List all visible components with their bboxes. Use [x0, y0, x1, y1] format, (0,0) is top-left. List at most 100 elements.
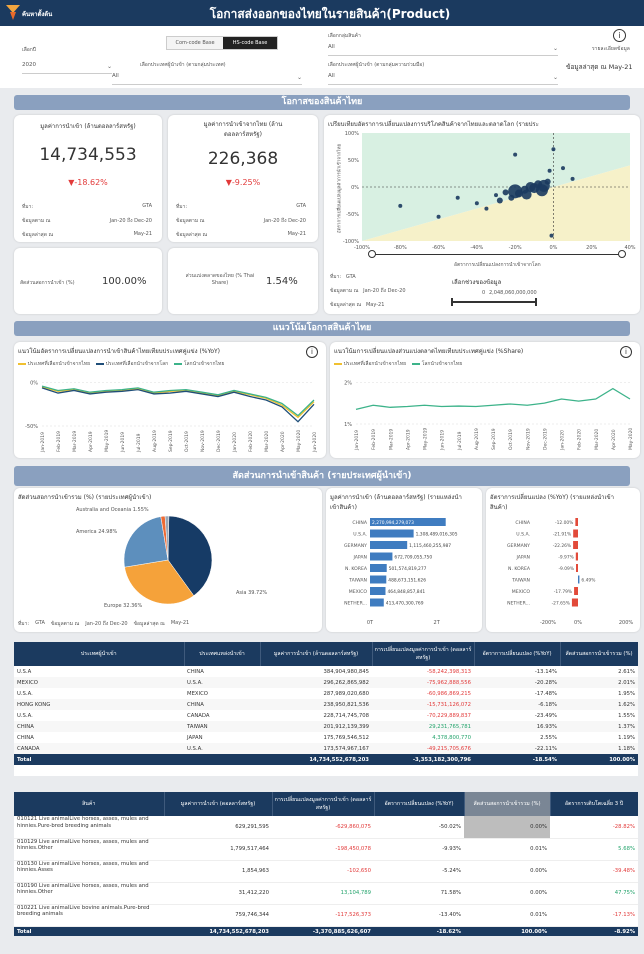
scatter-zoom-slider[interactable]	[372, 254, 622, 255]
scatter-point[interactable]	[436, 214, 441, 219]
scatter-point[interactable]	[455, 195, 460, 200]
table-cell: U.S.A.	[17, 712, 33, 719]
bar[interactable]	[574, 587, 578, 595]
table-cell: 1.62%	[618, 701, 635, 708]
import-value-bar-chart[interactable]: CHINA 2,270,994,279,073 U.S.A. 1,308,489,01…	[326, 516, 482, 628]
toggle-com-code[interactable]: Com-code Base	[167, 37, 223, 49]
table-row[interactable]: U.S.A. MEXICO 287,989,020,680 -60,986,869,2…	[14, 688, 638, 699]
table-row[interactable]: CHINA TAIWAN 201,912,139,399 29,231,765,781…	[14, 721, 638, 732]
scatter-plot[interactable]: 100%50%0%-50%-100%-100% -80% -60% -40% -20% 0…	[340, 129, 636, 259]
toggle-hs-code[interactable]: HS-code Base	[223, 37, 277, 49]
bar[interactable]	[370, 552, 393, 561]
table-row[interactable]: 010190 Live animalLive horses, asses, mu…	[14, 882, 638, 905]
bar[interactable]	[573, 541, 578, 549]
col-header[interactable]: อัตราการเติบโตเฉลี่ย 3 ปี	[550, 792, 638, 816]
scatter-point[interactable]	[549, 233, 554, 238]
importer-table: ประเทศผู้นำเข้า ประเทศแหล่งนำเข้า มูลค่า…	[14, 642, 638, 776]
table-cell: 1,854,963	[164, 860, 272, 883]
update-label: ข้อมูลล่าสุด ณ	[330, 302, 362, 308]
bar[interactable]	[370, 598, 384, 607]
year-dropdown[interactable]: 2020 ⌄	[22, 62, 112, 74]
col-header[interactable]: มูลค่าการนำเข้า (ล้านดอลลาร์สหรัฐ)	[260, 642, 373, 666]
import-value-bar-card: มูลค่าการนำเข้า (ล้านดอลลาร์สหรัฐ) (รายแ…	[326, 488, 482, 632]
col-header[interactable]: ประเทศแหล่งนำเข้า	[184, 642, 261, 666]
scatter-point[interactable]	[547, 168, 552, 173]
info-icon[interactable]: i	[613, 29, 626, 42]
scatter-point[interactable]	[513, 152, 518, 157]
importer2-dropdown[interactable]: All ⌄	[328, 73, 558, 85]
scatter-point[interactable]	[551, 147, 556, 152]
bar[interactable]	[575, 552, 578, 561]
bar[interactable]	[575, 518, 578, 526]
logo-icon	[6, 5, 20, 20]
scatter-point[interactable]	[496, 197, 503, 204]
scatter-point[interactable]	[521, 189, 532, 200]
bar[interactable]	[370, 564, 387, 572]
table-cell: -17.48%	[534, 690, 557, 697]
scatter-point[interactable]	[544, 178, 551, 185]
scatter-point[interactable]	[474, 201, 479, 206]
pie-label-asia: Asia 39.72%	[236, 590, 267, 596]
series-line[interactable]	[41, 387, 315, 423]
col-header[interactable]: มูลค่าการนำเข้า (ดอลลาร์สหรัฐ)	[164, 792, 273, 816]
col-header[interactable]: สัดส่วนสอการนำเข้ารวม (%)	[464, 792, 551, 816]
bar[interactable]	[370, 529, 414, 538]
trend-share-chart[interactable]: 2% 1%Jan-2019 Feb-2019 Mar-2019 Apr-2019 May-…	[330, 368, 640, 456]
table-row[interactable]: U.S.A CHINA 384,904,980,845 -58,242,398,313…	[14, 666, 638, 677]
col-header[interactable]: การเปลี่ยนแปลงมูลค่าการนำเข้า (ดอลลาร์สห…	[272, 792, 375, 816]
scatter-point[interactable]	[535, 184, 548, 197]
detail-link[interactable]: รายละเอียดข้อมูล	[592, 45, 630, 53]
kpi-value: 1.54%	[266, 276, 298, 287]
range-slider-handle-right[interactable]	[535, 298, 537, 306]
col-header[interactable]: ประเทศผู้นำเข้า	[14, 642, 185, 666]
bar[interactable]	[578, 575, 580, 584]
col-header[interactable]: สินค้า	[14, 792, 165, 816]
bar[interactable]	[370, 587, 386, 595]
table-row[interactable]: 010130 Live animalLive horses, asses, mu…	[14, 860, 638, 883]
table-cell: 29,231,765,781	[428, 723, 471, 730]
bar[interactable]	[370, 575, 387, 584]
table-row[interactable]: 010221 Live animalLive bovine animals.Pu…	[14, 904, 638, 927]
bar[interactable]	[370, 541, 408, 549]
trend-legend: ประเทศที่เลือกนำเข้าจากไทย โลกนำเข้าจากไ…	[334, 360, 462, 368]
yoy-bar-chart[interactable]: CHINA -12.00% U.S.A. -21.91% GERMANY -22.26% J…	[486, 516, 640, 628]
table-row[interactable]: U.S.A. CANADA 228,714,745,708 -70,229,889,8…	[14, 710, 638, 721]
kpi-value: 226,368	[207, 149, 279, 169]
importer-dropdown[interactable]: All ⌄	[112, 73, 302, 85]
scatter-point[interactable]	[398, 203, 403, 208]
scatter-point[interactable]	[570, 176, 575, 181]
group-dropdown[interactable]: All ⌄	[328, 44, 558, 56]
col-header[interactable]: อัตราการเปลี่ยนแปลง (%YoY)	[374, 792, 465, 816]
pie-chart[interactable]: Asia 39.72% America 24.98% Europe 32.36% Au…	[14, 500, 322, 614]
series-line[interactable]	[355, 387, 631, 411]
range-slider-handle-left[interactable]	[451, 298, 453, 306]
table-row[interactable]: HONG KONG CHINA 238,950,821,536 -15,731,126…	[14, 699, 638, 710]
scatter-point[interactable]	[508, 194, 515, 201]
table-row[interactable]: MEXICO U.S.A. 296,262,865,982 -75,962,888,5…	[14, 677, 638, 688]
info-icon[interactable]: i	[306, 346, 318, 358]
range-slider[interactable]	[452, 301, 536, 303]
legend-item: ประเทศที่เลือกนำเข้าจากโลก	[96, 360, 168, 368]
scatter-point[interactable]	[484, 206, 489, 211]
bar[interactable]	[571, 598, 578, 607]
bar[interactable]	[573, 529, 578, 538]
xtick-label: Jun-2020	[312, 432, 318, 453]
table-cell: 759,746,344	[164, 904, 272, 927]
col-header[interactable]: สัดส่วนสอการนำเข้ารวม (%)	[560, 642, 638, 666]
table-row[interactable]: 010121 Live animalLive horses, asses, mu…	[14, 816, 638, 839]
table-row[interactable]: 010129 Live animalLive horses, asses, mu…	[14, 838, 638, 861]
zoom-handle-right[interactable]	[618, 250, 626, 258]
scatter-point[interactable]	[502, 189, 509, 196]
scatter-point[interactable]	[494, 193, 498, 198]
table-row[interactable]: CANADA U.S.A. 173,574,967,167 -49,215,705,6…	[14, 743, 638, 754]
table-row[interactable]: CHINA JAPAN 175,769,546,512 4,378,800,770 2.…	[14, 732, 638, 743]
zoom-handle-left[interactable]	[368, 250, 376, 258]
info-icon[interactable]: i	[620, 346, 632, 358]
scatter-point[interactable]	[561, 166, 565, 171]
col-header[interactable]: การเปลี่ยนแปลงมูลค่าการนำเข้า (ดอลลาร์สห…	[372, 642, 475, 666]
bar[interactable]	[576, 564, 578, 572]
col-header[interactable]: อัตราการเปลี่ยนแปลง (%YoY)	[474, 642, 561, 666]
home-link[interactable]: ค้นหาตั้งต้น	[22, 9, 52, 19]
trend-yoy-chart[interactable]: 0% -50%Jan-2019 Feb-2019 Mar-2019 Apr-2019 Ma…	[14, 368, 326, 456]
pie-slice[interactable]	[123, 516, 169, 568]
